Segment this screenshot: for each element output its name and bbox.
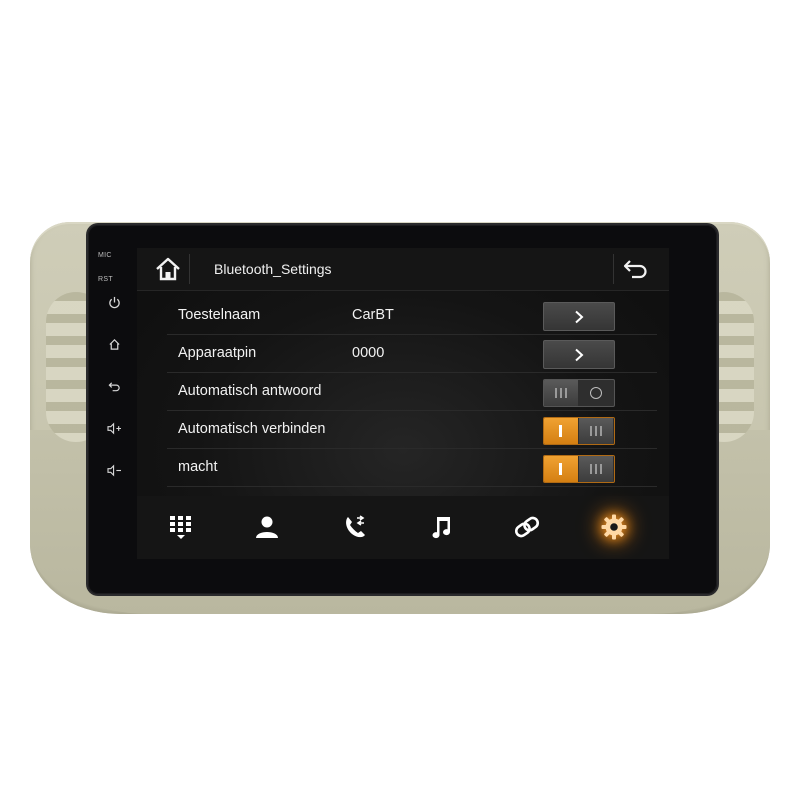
power-toggle[interactable] [543, 455, 615, 483]
setting-label: Automatisch verbinden [178, 421, 326, 437]
bottom-tab-bar [137, 496, 669, 559]
title-bar: Bluetooth_Settings [137, 248, 669, 291]
toggle-on-fill [544, 456, 578, 482]
mic-label: MIC [98, 252, 112, 259]
chevron-right-icon [575, 310, 584, 323]
setting-value: 0000 [352, 345, 385, 361]
volume-down-button[interactable] [94, 460, 134, 480]
settings-gear-icon [601, 514, 627, 540]
side-button-strip: MIC RST [94, 242, 134, 487]
auto-connect-toggle[interactable] [543, 417, 615, 445]
side-back-button[interactable] [94, 376, 134, 396]
divider [613, 254, 614, 284]
edit-device-pin-button[interactable] [543, 340, 615, 369]
setting-row-device-pin: Apparaatpin 0000 [167, 334, 657, 373]
setting-label: Toestelnaam [178, 307, 261, 323]
power-button[interactable] [94, 292, 134, 312]
tab-dialpad[interactable] [159, 510, 203, 544]
setting-row-device-name: Toestelnaam CarBT [167, 296, 657, 335]
music-icon [432, 517, 451, 539]
setting-row-auto-connect: Automatisch verbinden [167, 410, 657, 449]
setting-value: CarBT [352, 307, 394, 323]
dialpad-icon [170, 516, 191, 539]
setting-row-auto-answer: Automatisch antwoord [167, 372, 657, 411]
chevron-right-icon [575, 348, 584, 361]
volume-up-icon [106, 422, 121, 434]
back-button[interactable] [615, 254, 657, 284]
rst-label: RST [98, 276, 113, 283]
setting-label: Apparaatpin [178, 345, 257, 361]
tab-pairing[interactable] [505, 510, 549, 544]
volume-down-icon [106, 464, 121, 476]
toggle-knob [544, 380, 578, 406]
tab-call-log[interactable] [333, 510, 377, 544]
tab-settings[interactable] [592, 510, 636, 544]
toggle-knob [579, 418, 613, 444]
back-icon [108, 381, 120, 391]
home-icon [156, 257, 180, 281]
home-icon [108, 338, 120, 350]
toggle-knob [579, 456, 613, 482]
setting-row-power: macht [167, 448, 657, 487]
toggle-off-mark [590, 387, 602, 399]
setting-label: macht [178, 459, 218, 475]
call-log-icon [346, 515, 365, 538]
return-arrow-icon [623, 260, 647, 279]
volume-up-button[interactable] [94, 418, 134, 438]
contacts-icon [256, 516, 278, 538]
edit-device-name-button[interactable] [543, 302, 615, 331]
tab-music[interactable] [419, 510, 463, 544]
tab-contacts[interactable] [245, 510, 289, 544]
bluetooth-settings-screen: Bluetooth_Settings Toestelnaam CarBT App… [137, 248, 669, 559]
auto-answer-toggle[interactable] [543, 379, 615, 407]
setting-label: Automatisch antwoord [178, 383, 322, 399]
side-home-button[interactable] [94, 334, 134, 354]
page-title: Bluetooth_Settings [214, 261, 332, 277]
divider [189, 254, 190, 284]
toggle-on-fill [544, 418, 578, 444]
home-button[interactable] [151, 254, 185, 284]
link-icon [514, 516, 540, 538]
power-icon [108, 296, 120, 308]
